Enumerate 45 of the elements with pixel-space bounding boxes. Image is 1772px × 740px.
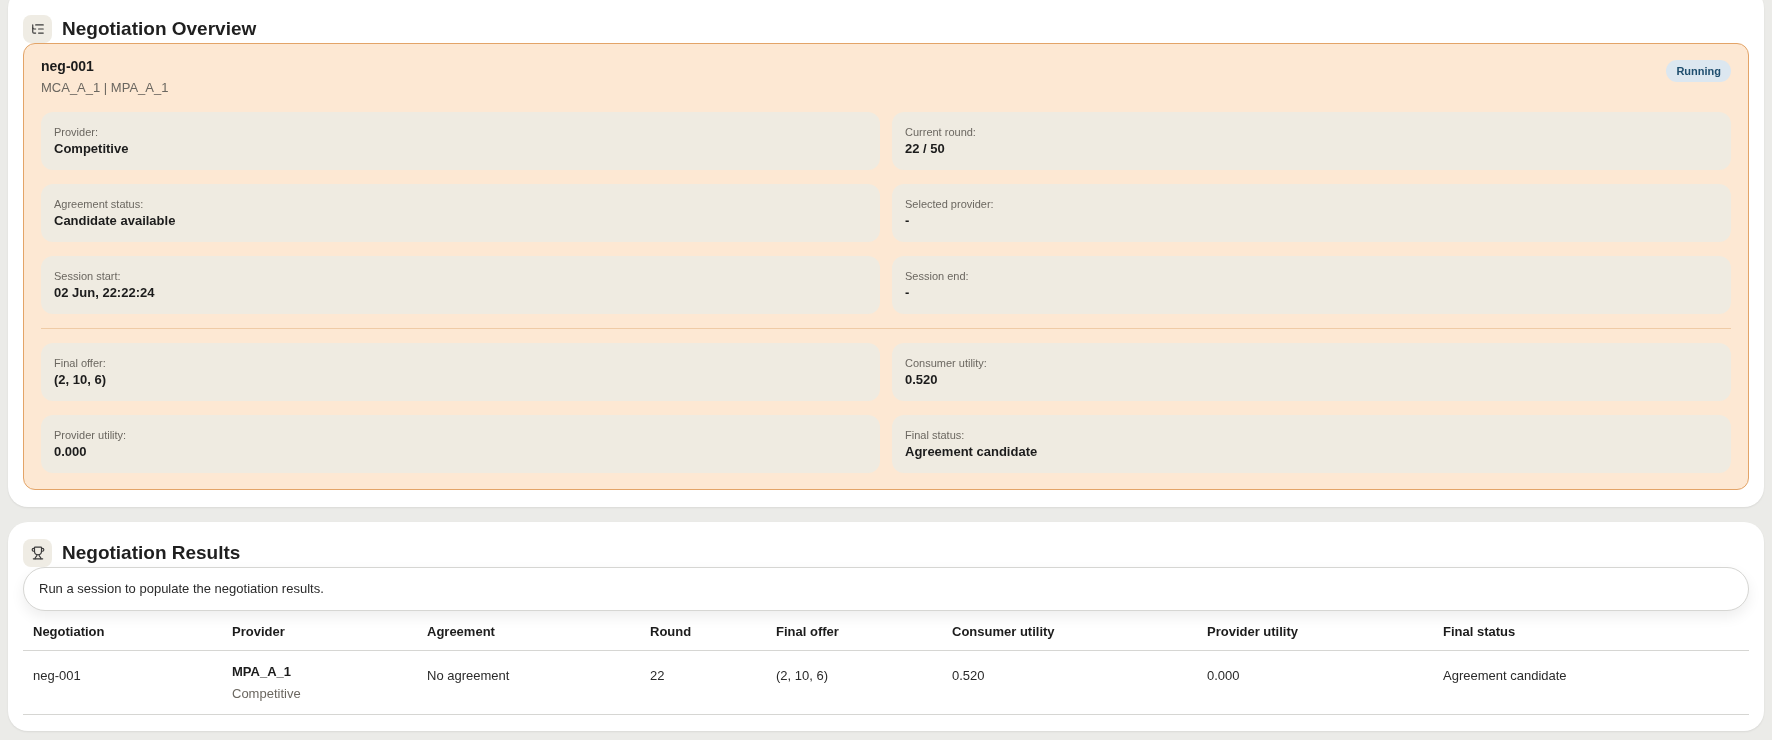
field-value: Agreement candidate bbox=[905, 442, 1039, 461]
column-header: Consumer utility bbox=[952, 623, 1055, 639]
field-value: 0.000 bbox=[54, 442, 88, 461]
table-cell: neg-001 bbox=[33, 668, 81, 683]
column-header: Provider utility bbox=[1207, 623, 1299, 639]
field-label: Final status: bbox=[905, 427, 966, 443]
field-value: 22 / 50 bbox=[905, 139, 946, 158]
field-value: - bbox=[905, 211, 911, 230]
field-label: Session end: bbox=[905, 268, 970, 284]
table-cell: (2, 10, 6) bbox=[776, 668, 829, 683]
field-value: 02 Jun, 22:22:24 bbox=[54, 283, 156, 302]
info-message: Run a session to populate the negotiation results. bbox=[39, 580, 324, 599]
column-header: Negotiation bbox=[33, 623, 105, 639]
field-value: Candidate available bbox=[54, 211, 177, 230]
table-cell: 22 bbox=[650, 668, 665, 683]
status-badge: Running bbox=[1666, 60, 1731, 82]
field-label: Provider: bbox=[54, 124, 100, 140]
section-title: Negotiation Results bbox=[62, 540, 241, 565]
field-value: 0.520 bbox=[905, 370, 939, 389]
column-header: Agreement bbox=[427, 623, 495, 639]
field-label: Session start: bbox=[54, 268, 122, 284]
column-header: Final status bbox=[1443, 623, 1516, 639]
provider-name: MPA_A_1 bbox=[232, 663, 291, 681]
field-label: Final offer: bbox=[54, 355, 107, 371]
field-value: Competitive bbox=[54, 139, 130, 158]
table-cell: 0.520 bbox=[952, 668, 985, 683]
field-label: Agreement status: bbox=[54, 196, 145, 212]
field-label: Current round: bbox=[905, 124, 977, 140]
negotiation-parties: MCA_A_1 | MPA_A_1 bbox=[41, 79, 169, 96]
trophy-icon bbox=[23, 539, 52, 567]
field-label: Selected provider: bbox=[905, 196, 995, 212]
field-value: - bbox=[905, 283, 911, 302]
table-cell: 0.000 bbox=[1207, 668, 1240, 683]
table-cell: No agreement bbox=[427, 668, 510, 683]
field-value: (2, 10, 6) bbox=[54, 370, 108, 389]
column-header: Provider bbox=[232, 623, 285, 639]
column-header: Round bbox=[650, 623, 692, 639]
provider-strategy: Competitive bbox=[232, 685, 301, 703]
list-icon bbox=[23, 15, 52, 43]
column-header: Final offer bbox=[776, 623, 839, 639]
section-title: Negotiation Overview bbox=[62, 16, 257, 41]
field-label: Consumer utility: bbox=[905, 355, 988, 371]
negotiation-id: neg-001 bbox=[41, 57, 95, 76]
table-cell: Agreement candidate bbox=[1443, 668, 1567, 683]
field-label: Provider utility: bbox=[54, 427, 128, 443]
